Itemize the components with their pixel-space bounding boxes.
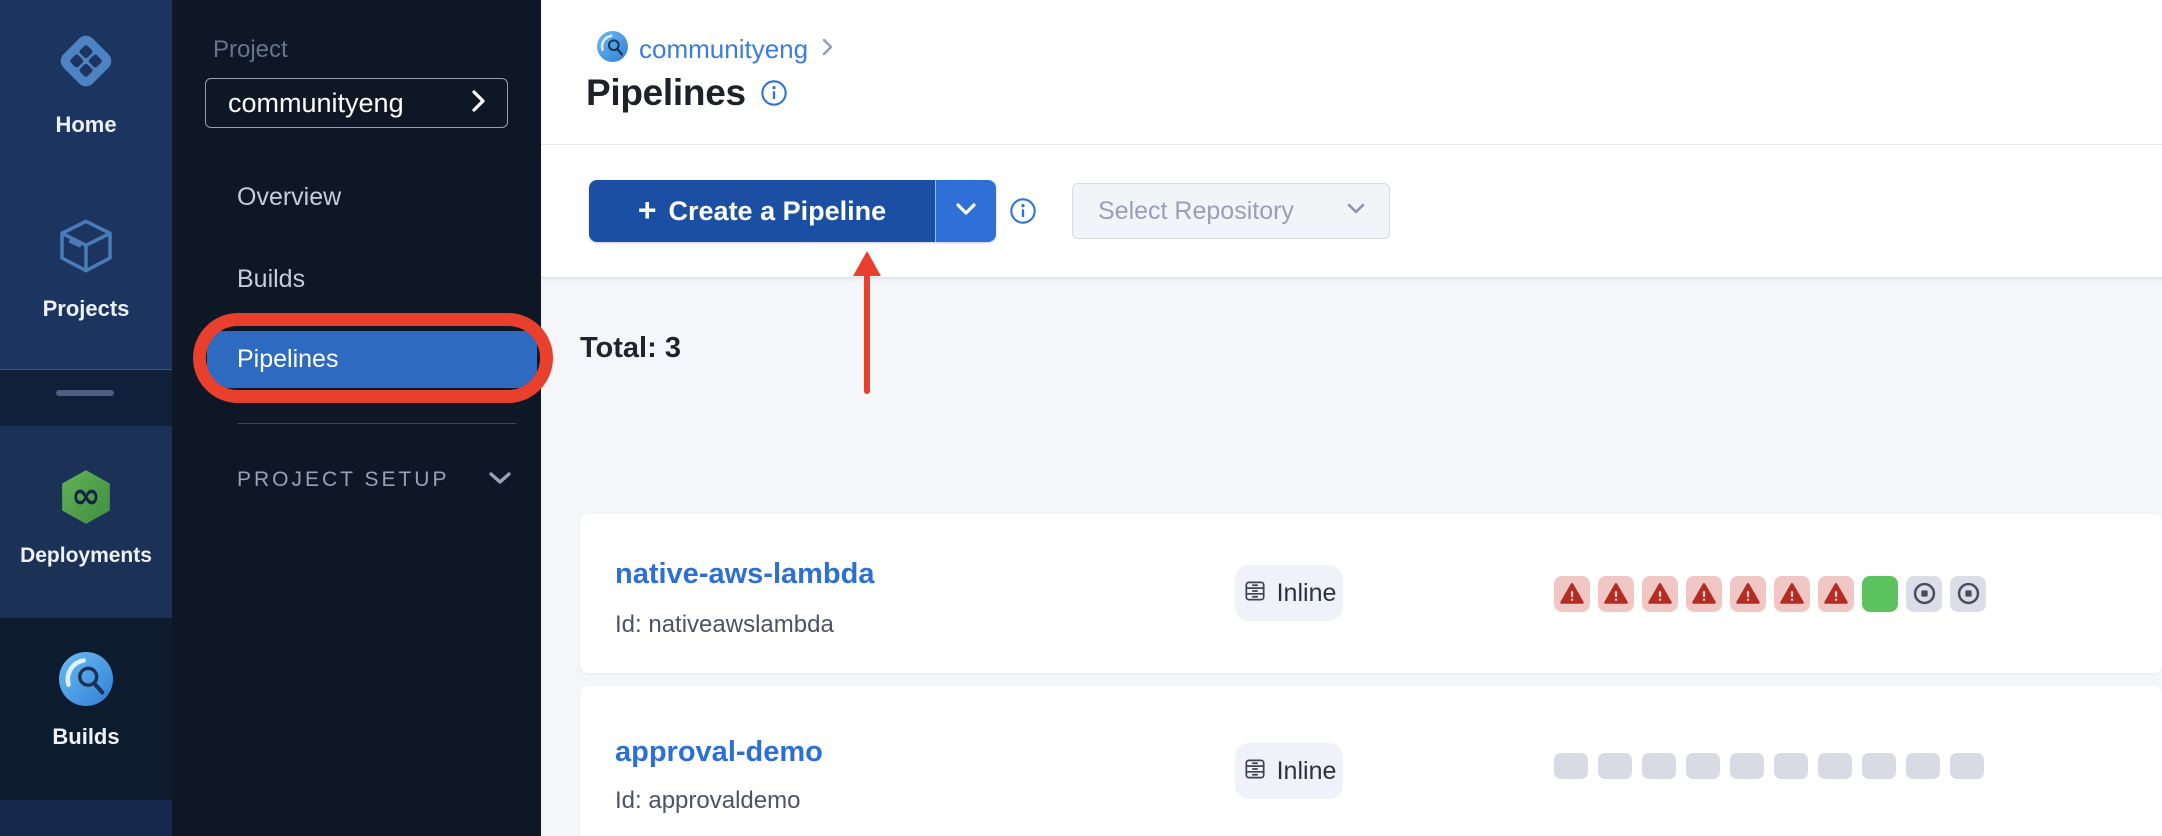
execution-status-failed[interactable] <box>1598 576 1634 612</box>
breadcrumb: communityeng <box>597 31 835 67</box>
execution-status-empty <box>1730 753 1764 779</box>
pipeline-name-link[interactable]: approval-demo <box>615 736 823 769</box>
page-title: Pipelines <box>586 72 746 114</box>
code-source-label: Inline <box>1277 579 1337 608</box>
project-selector-value: communityeng <box>228 88 404 119</box>
inline-store-icon <box>1242 756 1268 787</box>
deployments-hexagon-icon: ∞ <box>58 468 114 531</box>
project-label: Project <box>213 36 288 64</box>
pipelines-page: Home Projects ∞ <box>0 0 2162 836</box>
title-row: Pipelines <box>586 72 788 114</box>
total-count: Total: 3 <box>580 332 681 365</box>
execution-status-failed[interactable] <box>1730 576 1766 612</box>
chevron-down-icon <box>487 469 513 492</box>
rail-builds-label: Builds <box>52 724 119 750</box>
pipeline-name-link[interactable]: native-aws-lambda <box>615 558 874 591</box>
create-pipeline-dropdown-toggle[interactable] <box>935 180 996 242</box>
execution-status-empty <box>1906 753 1940 779</box>
rail-section-gap <box>0 370 172 426</box>
inline-store-icon <box>1242 578 1268 609</box>
execution-status-empty <box>1554 753 1588 779</box>
main-area: communityeng Pipelines + Create a Pipeli <box>541 0 2162 836</box>
rail-deployments-label: Deployments <box>20 544 152 568</box>
code-source-label: Inline <box>1277 757 1337 786</box>
sidebar-item-overview[interactable]: Overview <box>237 183 341 212</box>
rail-projects-label: Projects <box>43 296 130 322</box>
execution-status-failed[interactable] <box>1554 576 1590 612</box>
breadcrumb-chevron-icon <box>819 36 835 63</box>
home-diamond-icon <box>53 28 119 99</box>
execution-status-failed[interactable] <box>1686 576 1722 612</box>
create-pipeline-button[interactable]: + Create a Pipeline <box>589 180 996 242</box>
execution-status-empty <box>1642 753 1676 779</box>
plus-icon: + <box>638 194 657 226</box>
execution-status-failed[interactable] <box>1818 576 1854 612</box>
create-pipeline-info-icon[interactable] <box>1009 197 1037 225</box>
execution-status-empty <box>1950 753 1984 779</box>
builds-circle-icon <box>59 652 113 711</box>
rail-item-builds[interactable]: Builds <box>0 652 172 750</box>
sidebar-item-pipelines[interactable]: Pipelines <box>207 331 537 388</box>
create-pipeline-button-main[interactable]: + Create a Pipeline <box>589 180 935 242</box>
execution-status-empty <box>1598 753 1632 779</box>
pipeline-id: Id: approvaldemo <box>615 787 800 815</box>
rail-section-bottom <box>0 800 172 836</box>
recent-executions-strip <box>1554 514 1994 673</box>
code-source-badge: Inline <box>1235 565 1343 621</box>
page-header: communityeng Pipelines <box>541 0 2162 144</box>
execution-status-failed[interactable] <box>1642 576 1678 612</box>
execution-status-empty <box>1686 753 1720 779</box>
chevron-right-icon <box>467 88 489 119</box>
execution-status-empty <box>1862 753 1896 779</box>
code-source-badge: Inline <box>1235 743 1343 799</box>
chevron-down-icon <box>954 201 978 222</box>
recent-executions-strip <box>1554 686 1994 836</box>
sidebar-divider <box>237 423 516 424</box>
pipeline-row[interactable]: native-aws-lambda Id: nativeawslambda In… <box>580 514 2162 673</box>
execution-status-failed[interactable] <box>1774 576 1810 612</box>
svg-text:∞: ∞ <box>71 475 100 516</box>
execution-status-empty <box>1818 753 1852 779</box>
project-selector[interactable]: communityeng <box>205 78 508 128</box>
rail-home-label: Home <box>55 112 116 138</box>
sidebar-item-builds[interactable]: Builds <box>237 265 305 294</box>
rail-item-home[interactable]: Home <box>0 28 172 138</box>
execution-status-success[interactable] <box>1862 576 1898 612</box>
projects-cube-icon <box>54 214 118 283</box>
breadcrumb-project-link[interactable]: communityeng <box>639 34 808 65</box>
pipeline-row[interactable]: approval-demo Id: approvaldemo Inline <box>580 686 2162 836</box>
pipeline-id: Id: nativeawslambda <box>615 611 834 639</box>
sidebar-section-project-setup[interactable]: PROJECT SETUP <box>237 468 513 492</box>
project-avatar-icon <box>597 31 628 67</box>
project-sidebar: Project communityeng Overview Builds Pip… <box>172 0 541 836</box>
rail-drag-handle <box>56 390 114 396</box>
repository-select[interactable]: Select Repository <box>1072 183 1390 239</box>
execution-status-aborted[interactable] <box>1906 576 1942 612</box>
pipelines-list: Total: 3 PIPELINE NAME CODE SOURCE lates… <box>541 277 2162 836</box>
toolbar: + Create a Pipeline Select Repository <box>541 144 2162 277</box>
repository-select-placeholder: Select Repository <box>1098 197 1294 226</box>
module-rail: Home Projects ∞ <box>0 0 172 836</box>
create-pipeline-label: Create a Pipeline <box>669 196 887 227</box>
rail-item-projects[interactable]: Projects <box>0 214 172 322</box>
execution-status-empty <box>1774 753 1808 779</box>
title-info-icon[interactable] <box>760 79 788 107</box>
rail-divider <box>0 369 172 370</box>
chevron-down-icon <box>1345 201 1367 221</box>
execution-status-aborted[interactable] <box>1950 576 1986 612</box>
project-setup-label: PROJECT SETUP <box>237 468 449 492</box>
rail-item-deployments[interactable]: ∞ Deployments <box>0 468 172 568</box>
